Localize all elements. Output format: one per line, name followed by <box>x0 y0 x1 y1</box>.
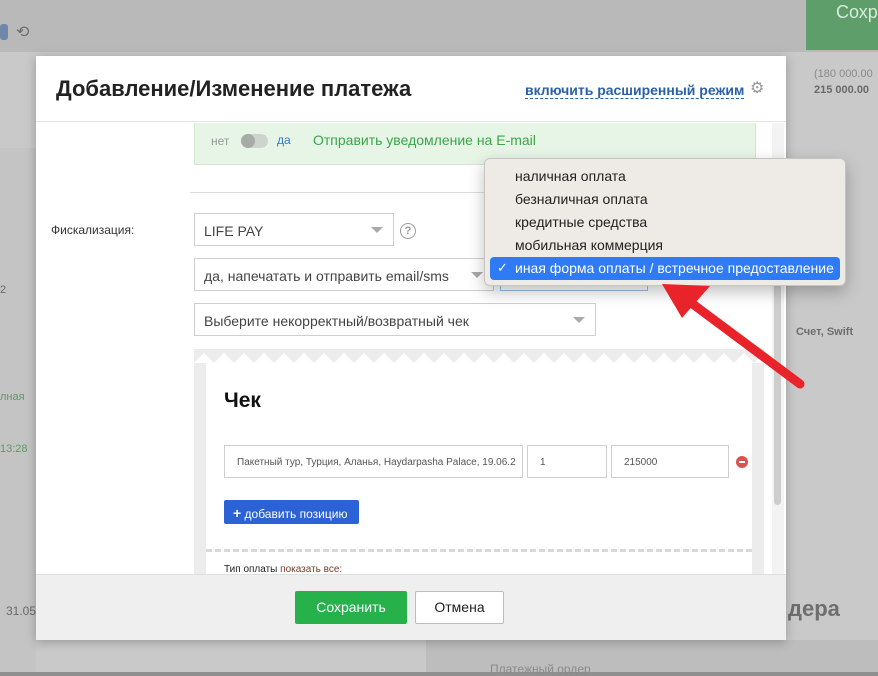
dropdown-option-label: мобильная коммерция <box>515 237 664 253</box>
background-left-panel <box>0 148 36 672</box>
background-heading: дера <box>788 596 840 621</box>
caret-down-icon <box>471 272 483 278</box>
print-option-select[interactable]: да, напечатать и отправить email/sms <box>194 258 494 291</box>
background-toolbar <box>0 0 878 52</box>
toggle-knob <box>241 134 255 148</box>
dropdown-option-credit[interactable]: кредитные средства <box>490 211 840 234</box>
fiscalization-provider-select[interactable]: LIFE PAY <box>194 213 394 246</box>
help-icon[interactable]: ? <box>400 223 416 239</box>
background-left-char: 2 <box>0 284 7 296</box>
incorrect-receipt-placeholder: Выберите некорректный/возвратный чек <box>204 313 469 329</box>
background-amount-primary: 215 000.00 <box>814 84 870 96</box>
notify-toggle[interactable] <box>241 134 268 148</box>
item-name-input[interactable]: Пакетный тур, Турция, Аланья, Haydarpash… <box>224 445 523 478</box>
background-save-button: Сохр <box>806 0 878 50</box>
modal-footer: Сохранить Отмена <box>36 574 786 640</box>
dropdown-option-cashless[interactable]: безналичная оплата <box>490 188 840 211</box>
plus-icon: + <box>233 505 242 521</box>
print-option-value: да, напечатать и отправить email/sms <box>204 268 449 284</box>
dropdown-option-cash[interactable]: наличная оплата <box>490 165 840 188</box>
background-tab-marker <box>0 24 8 40</box>
dropdown-option-label: кредитные средства <box>515 214 648 230</box>
notify-email-label: Отправить уведомление на E-mail <box>313 132 536 148</box>
receipt-dashed-separator <box>206 549 752 552</box>
checkmark-icon: ✓ <box>497 260 508 275</box>
caret-down-icon <box>371 227 383 233</box>
annotation-arrow <box>662 284 805 389</box>
history-icon: ⟲ <box>16 24 30 41</box>
background-left-time: 13:28 <box>0 443 28 455</box>
dropdown-option-mobile[interactable]: мобильная коммерция <box>490 234 840 257</box>
dropdown-option-label: наличная оплата <box>515 168 626 184</box>
fiscalization-provider-value: LIFE PAY <box>204 223 264 239</box>
add-position-label: добавить позицию <box>244 507 348 521</box>
save-button[interactable]: Сохранить <box>295 591 407 624</box>
add-position-button[interactable]: + добавить позицию <box>224 500 359 524</box>
background-bottom-text: Платежный ордер <box>490 662 591 676</box>
toggle-yes-label: да <box>277 133 291 147</box>
fiscalization-label: Фискализация: <box>51 223 135 237</box>
background-left-status: лная <box>0 391 25 403</box>
arrow-shaft <box>685 297 805 389</box>
background-amount-secondary: (180 000.00 <box>814 68 873 80</box>
remove-icon[interactable] <box>736 456 748 468</box>
incorrect-receipt-select[interactable]: Выберите некорректный/возвратный чек <box>194 303 596 336</box>
dropdown-option-label: безналичная оплата <box>515 191 648 207</box>
modal-title: Добавление/Изменение платежа <box>56 76 412 101</box>
toggle-no-label: нет <box>211 134 230 148</box>
gear-icon[interactable]: ⚙ <box>750 81 766 97</box>
modal-header: Добавление/Изменение платежа включить ра… <box>36 56 786 122</box>
caret-down-icon <box>573 317 585 323</box>
advanced-mode-link[interactable]: включить расширенный режим <box>525 82 745 99</box>
payment-method-dropdown: наличная оплата безналичная оплата креди… <box>484 158 846 286</box>
quantity-input[interactable]: 1 <box>527 445 607 478</box>
price-input[interactable]: 215000 <box>611 445 729 478</box>
receipt-title: Чек <box>224 389 261 412</box>
receipt: Чек Пакетный тур, Турция, Аланья, Haydar… <box>206 363 752 574</box>
background-left-date: 31.05 <box>6 604 37 618</box>
cancel-button[interactable]: Отмена <box>415 591 504 624</box>
